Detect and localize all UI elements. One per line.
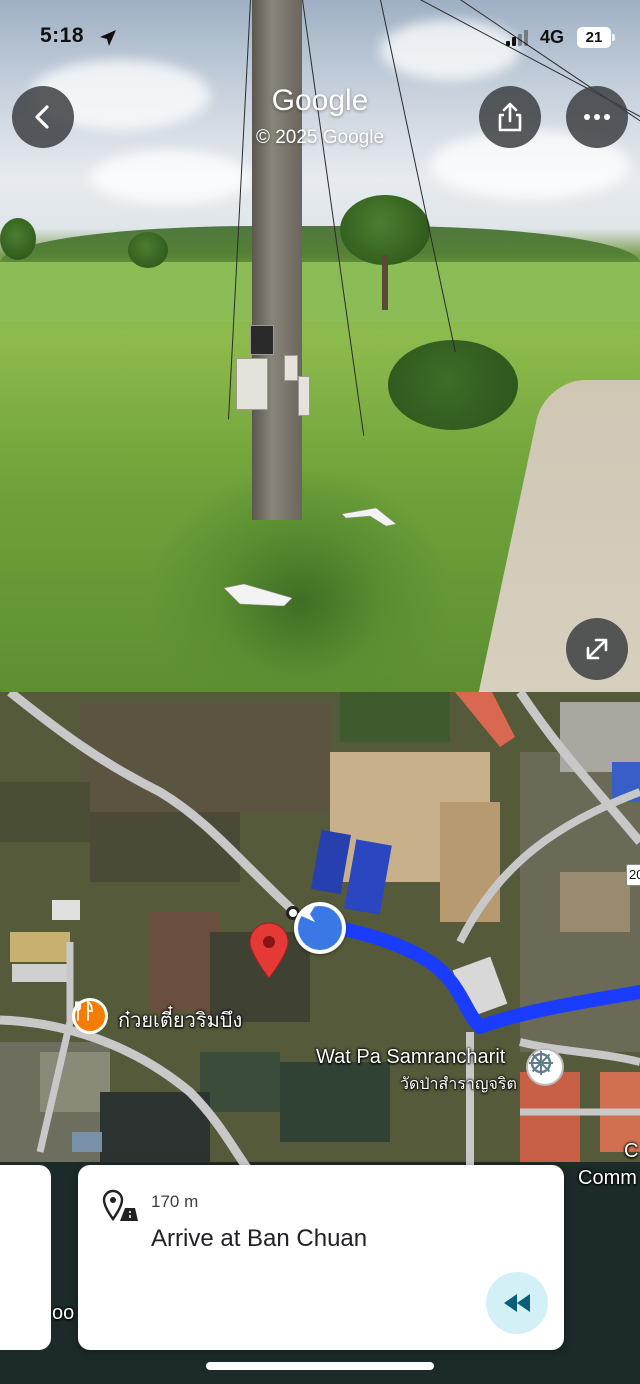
tree (0, 218, 36, 260)
home-indicator[interactable] (206, 1362, 434, 1370)
copyright-text: © 2025 Google (255, 127, 385, 148)
arrive-destination-icon (102, 1189, 138, 1222)
restaurant-icon (75, 1001, 93, 1021)
more-options-button[interactable] (566, 86, 628, 148)
edge-label-c: C (624, 1140, 639, 1162)
far-field (0, 262, 640, 322)
navigation-step-card[interactable]: 170 m Arrive at Ban Chuan (78, 1165, 564, 1350)
expand-button[interactable] (566, 618, 628, 680)
network-type: 4G (540, 27, 565, 47)
temple-marker[interactable] (526, 1048, 564, 1086)
move-forward-arrow[interactable] (340, 506, 398, 528)
restaurant-marker[interactable] (72, 998, 108, 1034)
dharma-wheel-icon (529, 1051, 553, 1075)
current-position-marker[interactable] (294, 902, 346, 954)
battery-indicator: 21 (577, 27, 615, 48)
road-number-badge: 20 (626, 864, 640, 886)
meter-box (298, 376, 310, 416)
share-button[interactable] (479, 86, 541, 148)
wire (228, 0, 251, 420)
share-icon (498, 102, 522, 132)
restaurant-label[interactable]: ก๋วยเตี๋ยวริมบึง (118, 1004, 242, 1036)
expand-icon (586, 638, 608, 660)
street-view-title: Google (271, 84, 369, 117)
navigation-arrow-icon (297, 906, 315, 922)
street-view-panel[interactable]: 5:18 4G 21 Google © 2025 Google (0, 0, 640, 692)
step-distance: 170 m (151, 1192, 199, 1211)
meter-box (250, 325, 274, 355)
edge-label-oo: oo (52, 1302, 75, 1324)
road-number: 20 (629, 867, 640, 882)
edge-label-comm: Comm (578, 1167, 637, 1189)
meter-box (236, 358, 268, 410)
tree (128, 232, 168, 268)
step-instruction: Arrive at Ban Chuan (151, 1225, 368, 1252)
temple-label-th[interactable]: วัดป่าสำราญจริต (400, 1072, 517, 1097)
cloud (90, 150, 250, 205)
more-horizontal-icon (584, 114, 610, 120)
rewind-button[interactable] (486, 1272, 548, 1334)
signal-icon (506, 30, 528, 46)
utility-pole (252, 0, 302, 520)
status-time: 5:18 (40, 24, 85, 47)
rewind-icon (504, 1294, 530, 1312)
cloud (380, 20, 520, 80)
location-arrow-icon (100, 30, 116, 46)
destination-pin-icon[interactable] (248, 922, 290, 980)
bush (388, 340, 518, 430)
previous-step-card[interactable] (0, 1165, 51, 1350)
meter-box (284, 355, 298, 381)
tree-trunk (382, 255, 388, 310)
move-backward-arrow[interactable] (222, 584, 292, 608)
temple-label-en[interactable]: Wat Pa Samrancharit (316, 1046, 505, 1069)
